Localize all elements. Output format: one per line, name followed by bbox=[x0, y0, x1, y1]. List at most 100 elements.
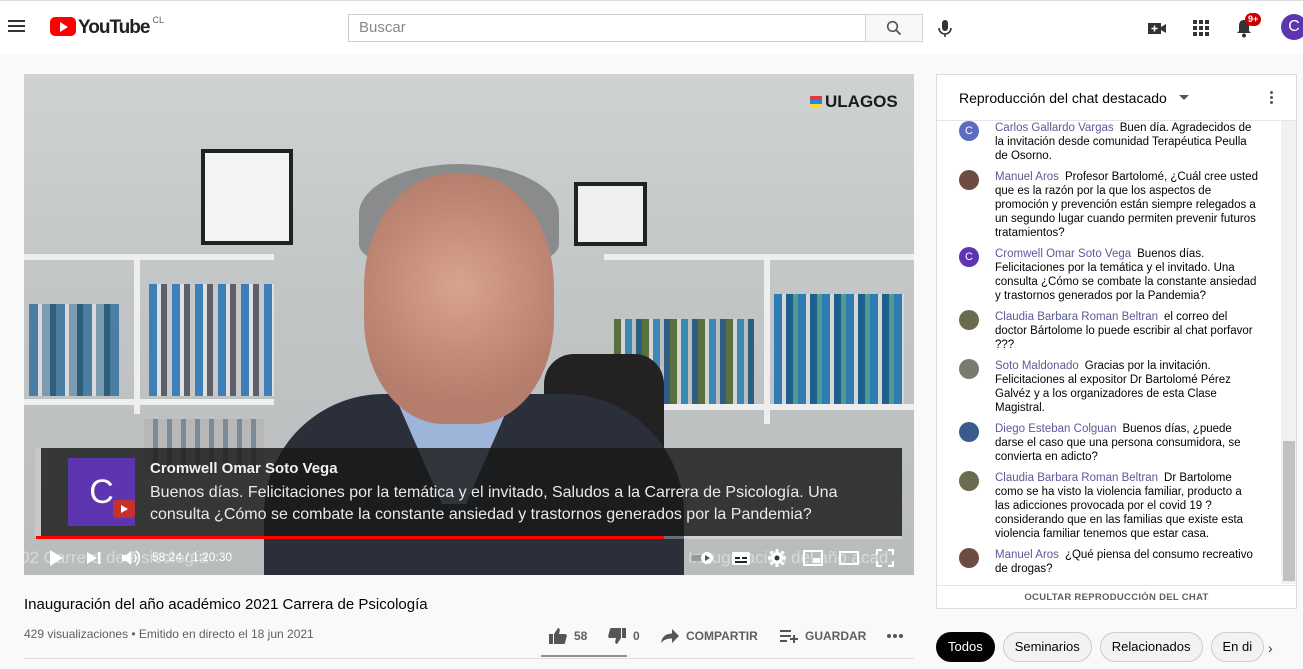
chip-todos[interactable]: Todos bbox=[936, 632, 995, 662]
chip-relacionados[interactable]: Relacionados bbox=[1099, 632, 1203, 662]
progress-fill bbox=[36, 536, 664, 539]
chat-avatar[interactable] bbox=[959, 422, 979, 442]
chevron-down-icon[interactable] bbox=[1179, 95, 1189, 100]
miniplayer-icon bbox=[803, 550, 823, 566]
next-button[interactable] bbox=[84, 547, 104, 569]
chat-avatar[interactable]: C bbox=[959, 121, 979, 141]
chat-message: C Carlos Gallardo Vargas Buen día. Agradec… bbox=[959, 121, 1259, 163]
search-icon bbox=[886, 20, 902, 36]
volume-button[interactable] bbox=[120, 547, 142, 569]
top-bar: YouTube CL Buscar 9+ C bbox=[0, 0, 1303, 54]
chat-message-body: Claudia Barbara Roman Beltran el correo d… bbox=[995, 310, 1259, 352]
search-input[interactable]: Buscar bbox=[348, 14, 866, 42]
chat-avatar[interactable] bbox=[959, 310, 979, 330]
chat-author[interactable]: Manuel Aros bbox=[995, 549, 1059, 561]
more-horizontal-icon bbox=[887, 634, 903, 638]
volume-icon bbox=[122, 550, 141, 566]
chat-message: Manuel Aros Profesor Bartolomé, ¿Cuál cre… bbox=[959, 170, 1259, 240]
like-count: 58 bbox=[574, 629, 588, 643]
playlist-add-icon bbox=[780, 630, 798, 643]
scroll-thumb[interactable] bbox=[1283, 441, 1295, 581]
dislike-button[interactable]: 0 bbox=[607, 627, 640, 645]
chat-avatar[interactable]: C bbox=[959, 247, 979, 267]
video-player[interactable]: ULAGOS C Cromwell Omar Soto Vega Buenos … bbox=[24, 74, 914, 575]
account-avatar[interactable]: C bbox=[1281, 14, 1303, 40]
progress-bar[interactable] bbox=[36, 536, 902, 539]
chat-avatar[interactable] bbox=[959, 548, 979, 568]
share-button[interactable]: COMPARTIR bbox=[660, 627, 758, 645]
theater-icon bbox=[839, 551, 859, 565]
chat-author[interactable]: Claudia Barbara Roman Beltran bbox=[995, 472, 1158, 484]
ulagos-text: ULAGOS bbox=[825, 92, 898, 111]
chat-author[interactable]: Manuel Aros bbox=[995, 171, 1059, 183]
apps-grid-icon[interactable] bbox=[1190, 17, 1212, 39]
play-icon bbox=[50, 550, 63, 566]
chat-author[interactable]: Diego Esteban Colguan bbox=[995, 423, 1116, 435]
chat-author[interactable]: Cromwell Omar Soto Vega bbox=[995, 248, 1131, 260]
chat-message: Manuel Aros ¿Qué piensa del consumo recre… bbox=[959, 548, 1259, 576]
highlighted-chat-overlay: C Cromwell Omar Soto Vega Buenos días. F… bbox=[35, 448, 902, 536]
hide-chat-replay-button[interactable]: OCULTAR REPRODUCCIÓN DEL CHAT bbox=[937, 585, 1296, 609]
books bbox=[774, 294, 904, 404]
logo-text: YouTube bbox=[78, 17, 150, 38]
shelf bbox=[24, 254, 274, 260]
youtube-logo[interactable]: YouTube CL bbox=[50, 15, 164, 39]
chat-message: C Cromwell Omar Soto Vega Buenos días. Fel… bbox=[959, 247, 1259, 303]
highlight-message: Buenos días. Felicitaciones por la temát… bbox=[150, 484, 838, 523]
menu-icon[interactable] bbox=[8, 17, 28, 37]
chat-message-body: Carlos Gallardo Vargas Buen día. Agradeci… bbox=[995, 121, 1259, 163]
books bbox=[29, 304, 119, 396]
notification-badge: 9+ bbox=[1245, 13, 1262, 26]
chat-author[interactable]: Soto Maldonado bbox=[995, 360, 1079, 372]
chat-avatar[interactable] bbox=[959, 359, 979, 379]
chip-en-di[interactable]: En di bbox=[1210, 632, 1265, 662]
share-label: COMPARTIR bbox=[686, 629, 758, 643]
chip-seminarios[interactable]: Seminarios bbox=[1002, 632, 1092, 662]
like-ratio-bar bbox=[541, 655, 627, 657]
thumbs-down-icon bbox=[608, 628, 626, 644]
chat-avatar[interactable] bbox=[959, 471, 979, 491]
youtube-badge-icon bbox=[113, 500, 135, 518]
save-button[interactable]: GUARDAR bbox=[779, 627, 866, 645]
chat-message-body: Manuel Aros ¿Qué piensa del consumo recre… bbox=[995, 548, 1259, 576]
video-meta: 429 visualizaciones • Emitido en directo… bbox=[24, 627, 314, 641]
related-filter-chips: Todos Seminarios Relacionados En di bbox=[936, 632, 1265, 662]
play-button[interactable] bbox=[46, 547, 66, 569]
search-button[interactable] bbox=[865, 14, 923, 42]
more-actions-button[interactable] bbox=[886, 627, 904, 645]
gear-icon bbox=[768, 549, 786, 567]
speaker-face bbox=[364, 174, 554, 424]
chat-avatar[interactable] bbox=[959, 170, 979, 190]
chat-author[interactable]: Claudia Barbara Roman Beltran bbox=[995, 311, 1158, 323]
country-code: CL bbox=[152, 15, 164, 25]
create-video-icon[interactable] bbox=[1146, 17, 1168, 39]
time-display: 58:24 / 1:20:30 bbox=[152, 550, 233, 564]
chat-message: Claudia Barbara Roman Beltran el correo d… bbox=[959, 310, 1259, 352]
chat-message: Diego Esteban Colguan Buenos días, ¿puede… bbox=[959, 422, 1259, 464]
wall-picture bbox=[201, 149, 293, 245]
subtitles-icon bbox=[732, 551, 750, 565]
chat-replay-panel: Reproducción del chat destacado C Carlos … bbox=[936, 74, 1297, 609]
chat-message-list[interactable]: C Carlos Gallardo Vargas Buen día. Agradec… bbox=[937, 121, 1281, 584]
theater-mode-button[interactable] bbox=[838, 547, 860, 569]
shelf bbox=[604, 254, 914, 260]
settings-button[interactable] bbox=[766, 547, 788, 569]
chat-message: Claudia Barbara Roman Beltran Dr Bartolom… bbox=[959, 471, 1259, 541]
subtitles-button[interactable] bbox=[730, 547, 752, 569]
chat-scrollbar[interactable] bbox=[1281, 121, 1296, 584]
chevron-right-icon[interactable]: › bbox=[1268, 640, 1273, 656]
autoplay-toggle[interactable] bbox=[690, 547, 716, 569]
chat-mode-dropdown[interactable]: Reproducción del chat destacado bbox=[959, 90, 1167, 106]
chat-message-body: Cromwell Omar Soto Vega Buenos días. Feli… bbox=[995, 247, 1259, 303]
fullscreen-button[interactable] bbox=[874, 547, 896, 569]
like-button[interactable]: 58 bbox=[548, 627, 587, 645]
chat-message-body: Diego Esteban Colguan Buenos días, ¿puede… bbox=[995, 422, 1259, 464]
more-vertical-icon[interactable] bbox=[1270, 89, 1274, 107]
save-label: GUARDAR bbox=[805, 629, 867, 643]
chat-author[interactable]: Carlos Gallardo Vargas bbox=[995, 122, 1114, 134]
microphone-icon[interactable] bbox=[934, 17, 956, 39]
miniplayer-button[interactable] bbox=[802, 547, 824, 569]
chat-header: Reproducción del chat destacado bbox=[937, 75, 1296, 121]
chat-message: Soto Maldonado Gracias por la invitación.… bbox=[959, 359, 1259, 415]
divider bbox=[24, 658, 914, 659]
